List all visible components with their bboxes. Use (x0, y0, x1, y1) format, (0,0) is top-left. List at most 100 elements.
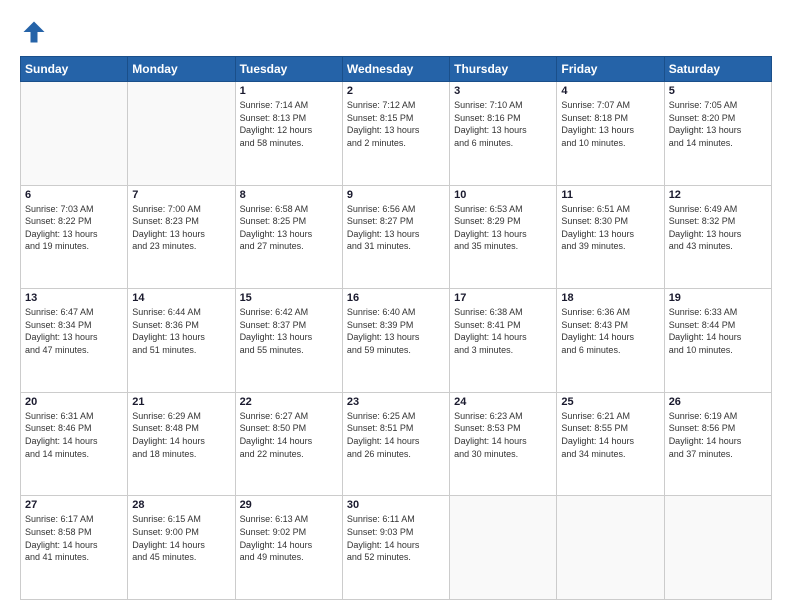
calendar-table: SundayMondayTuesdayWednesdayThursdayFrid… (20, 56, 772, 600)
day-info: Sunrise: 7:14 AM Sunset: 8:13 PM Dayligh… (240, 99, 338, 149)
day-number: 24 (454, 396, 552, 408)
header (20, 18, 772, 46)
day-info: Sunrise: 7:03 AM Sunset: 8:22 PM Dayligh… (25, 203, 123, 253)
day-number: 30 (347, 499, 445, 511)
day-cell: 2Sunrise: 7:12 AM Sunset: 8:15 PM Daylig… (342, 82, 449, 186)
weekday-thursday: Thursday (450, 57, 557, 82)
day-info: Sunrise: 6:58 AM Sunset: 8:25 PM Dayligh… (240, 203, 338, 253)
day-info: Sunrise: 6:49 AM Sunset: 8:32 PM Dayligh… (669, 203, 767, 253)
day-number: 20 (25, 396, 123, 408)
weekday-monday: Monday (128, 57, 235, 82)
day-cell: 10Sunrise: 6:53 AM Sunset: 8:29 PM Dayli… (450, 185, 557, 289)
day-cell: 23 Sunrise: 6:25 AM Sunset: 8:51 PM Dayli… (342, 392, 449, 496)
weekday-sunday: Sunday (21, 57, 128, 82)
weekday-friday: Friday (557, 57, 664, 82)
day-info: Sunrise: 6:36 AM Sunset: 8:43 PM Dayligh… (561, 306, 659, 356)
day-info: Sunrise: 6:29 AM Sunset: 8:48 PM Dayligh… (132, 410, 230, 460)
day-info: Sunrise: 7:05 AM Sunset: 8:20 PM Dayligh… (669, 99, 767, 149)
day-info: Sunrise: 6:25 AM Sunset: 8:51 PM Dayligh… (347, 410, 445, 460)
day-info: Sunrise: 7:07 AM Sunset: 8:18 PM Dayligh… (561, 99, 659, 149)
day-number: 2 (347, 85, 445, 97)
day-cell: 8 Sunrise: 6:58 AM Sunset: 8:25 PM Daylig… (235, 185, 342, 289)
day-cell: 22 Sunrise: 6:27 AM Sunset: 8:50 PM Dayli… (235, 392, 342, 496)
day-cell (128, 82, 235, 186)
day-info: Sunrise: 6:38 AM Sunset: 8:41 PM Dayligh… (454, 306, 552, 356)
day-cell: 15 Sunrise: 6:42 AM Sunset: 8:37 PM Dayli… (235, 289, 342, 393)
day-cell: 17 Sunrise: 6:38 AM Sunset: 8:41 PM Dayli… (450, 289, 557, 393)
page: SundayMondayTuesdayWednesdayThursdayFrid… (0, 0, 792, 612)
day-number: 12 (669, 189, 767, 201)
day-cell (450, 496, 557, 600)
weekday-header-row: SundayMondayTuesdayWednesdayThursdayFrid… (21, 57, 772, 82)
day-number: 14 (132, 292, 230, 304)
day-info: Sunrise: 6:19 AM Sunset: 8:56 PM Dayligh… (669, 410, 767, 460)
day-cell: 14 Sunrise: 6:44 AM Sunset: 8:36 PM Dayli… (128, 289, 235, 393)
weekday-tuesday: Tuesday (235, 57, 342, 82)
logo (20, 18, 54, 46)
day-cell (557, 496, 664, 600)
day-info: Sunrise: 6:56 AM Sunset: 8:27 PM Dayligh… (347, 203, 445, 253)
week-row-4: 20 Sunrise: 6:31 AM Sunset: 8:46 PM Dayli… (21, 392, 772, 496)
day-number: 22 (240, 396, 338, 408)
day-number: 17 (454, 292, 552, 304)
day-cell: 19 Sunrise: 6:33 AM Sunset: 8:44 PM Dayli… (664, 289, 771, 393)
day-number: 18 (561, 292, 659, 304)
day-number: 21 (132, 396, 230, 408)
day-cell: 25 Sunrise: 6:21 AM Sunset: 8:55 PM Dayli… (557, 392, 664, 496)
day-info: Sunrise: 6:17 AM Sunset: 8:58 PM Dayligh… (25, 513, 123, 563)
day-cell: 20 Sunrise: 6:31 AM Sunset: 8:46 PM Dayli… (21, 392, 128, 496)
day-info: Sunrise: 6:44 AM Sunset: 8:36 PM Dayligh… (132, 306, 230, 356)
day-number: 3 (454, 85, 552, 97)
day-info: Sunrise: 6:21 AM Sunset: 8:55 PM Dayligh… (561, 410, 659, 460)
day-number: 23 (347, 396, 445, 408)
day-number: 7 (132, 189, 230, 201)
day-cell (21, 82, 128, 186)
day-cell: 12 Sunrise: 6:49 AM Sunset: 8:32 PM Dayli… (664, 185, 771, 289)
day-number: 1 (240, 85, 338, 97)
week-row-2: 6Sunrise: 7:03 AM Sunset: 8:22 PM Daylig… (21, 185, 772, 289)
day-info: Sunrise: 6:31 AM Sunset: 8:46 PM Dayligh… (25, 410, 123, 460)
day-info: Sunrise: 6:13 AM Sunset: 9:02 PM Dayligh… (240, 513, 338, 563)
day-cell: 13Sunrise: 6:47 AM Sunset: 8:34 PM Dayli… (21, 289, 128, 393)
day-cell: 28 Sunrise: 6:15 AM Sunset: 9:00 PM Dayli… (128, 496, 235, 600)
day-info: Sunrise: 6:42 AM Sunset: 8:37 PM Dayligh… (240, 306, 338, 356)
day-number: 25 (561, 396, 659, 408)
day-info: Sunrise: 6:27 AM Sunset: 8:50 PM Dayligh… (240, 410, 338, 460)
day-info: Sunrise: 6:23 AM Sunset: 8:53 PM Dayligh… (454, 410, 552, 460)
day-number: 15 (240, 292, 338, 304)
day-info: Sunrise: 6:51 AM Sunset: 8:30 PM Dayligh… (561, 203, 659, 253)
day-info: Sunrise: 6:53 AM Sunset: 8:29 PM Dayligh… (454, 203, 552, 253)
day-number: 9 (347, 189, 445, 201)
day-number: 27 (25, 499, 123, 511)
day-cell: 27 Sunrise: 6:17 AM Sunset: 8:58 PM Dayli… (21, 496, 128, 600)
day-cell: 26 Sunrise: 6:19 AM Sunset: 8:56 PM Dayli… (664, 392, 771, 496)
day-cell: 30Sunrise: 6:11 AM Sunset: 9:03 PM Dayli… (342, 496, 449, 600)
week-row-1: 1 Sunrise: 7:14 AM Sunset: 8:13 PM Daylig… (21, 82, 772, 186)
day-cell: 6Sunrise: 7:03 AM Sunset: 8:22 PM Daylig… (21, 185, 128, 289)
day-number: 8 (240, 189, 338, 201)
day-cell: 18 Sunrise: 6:36 AM Sunset: 8:43 PM Dayli… (557, 289, 664, 393)
day-info: Sunrise: 6:15 AM Sunset: 9:00 PM Dayligh… (132, 513, 230, 563)
day-info: Sunrise: 7:00 AM Sunset: 8:23 PM Dayligh… (132, 203, 230, 253)
day-cell: 21 Sunrise: 6:29 AM Sunset: 8:48 PM Dayli… (128, 392, 235, 496)
week-row-3: 13Sunrise: 6:47 AM Sunset: 8:34 PM Dayli… (21, 289, 772, 393)
day-cell: 16Sunrise: 6:40 AM Sunset: 8:39 PM Dayli… (342, 289, 449, 393)
day-number: 13 (25, 292, 123, 304)
day-info: Sunrise: 7:10 AM Sunset: 8:16 PM Dayligh… (454, 99, 552, 149)
day-number: 29 (240, 499, 338, 511)
logo-icon (20, 18, 48, 46)
day-cell: 3 Sunrise: 7:10 AM Sunset: 8:16 PM Daylig… (450, 82, 557, 186)
day-number: 5 (669, 85, 767, 97)
day-number: 28 (132, 499, 230, 511)
day-cell: 9 Sunrise: 6:56 AM Sunset: 8:27 PM Daylig… (342, 185, 449, 289)
day-number: 4 (561, 85, 659, 97)
day-number: 11 (561, 189, 659, 201)
day-cell: 29 Sunrise: 6:13 AM Sunset: 9:02 PM Dayli… (235, 496, 342, 600)
day-number: 26 (669, 396, 767, 408)
day-cell: 1 Sunrise: 7:14 AM Sunset: 8:13 PM Daylig… (235, 82, 342, 186)
day-cell: 4 Sunrise: 7:07 AM Sunset: 8:18 PM Daylig… (557, 82, 664, 186)
day-number: 16 (347, 292, 445, 304)
day-cell (664, 496, 771, 600)
day-info: Sunrise: 6:33 AM Sunset: 8:44 PM Dayligh… (669, 306, 767, 356)
day-number: 19 (669, 292, 767, 304)
